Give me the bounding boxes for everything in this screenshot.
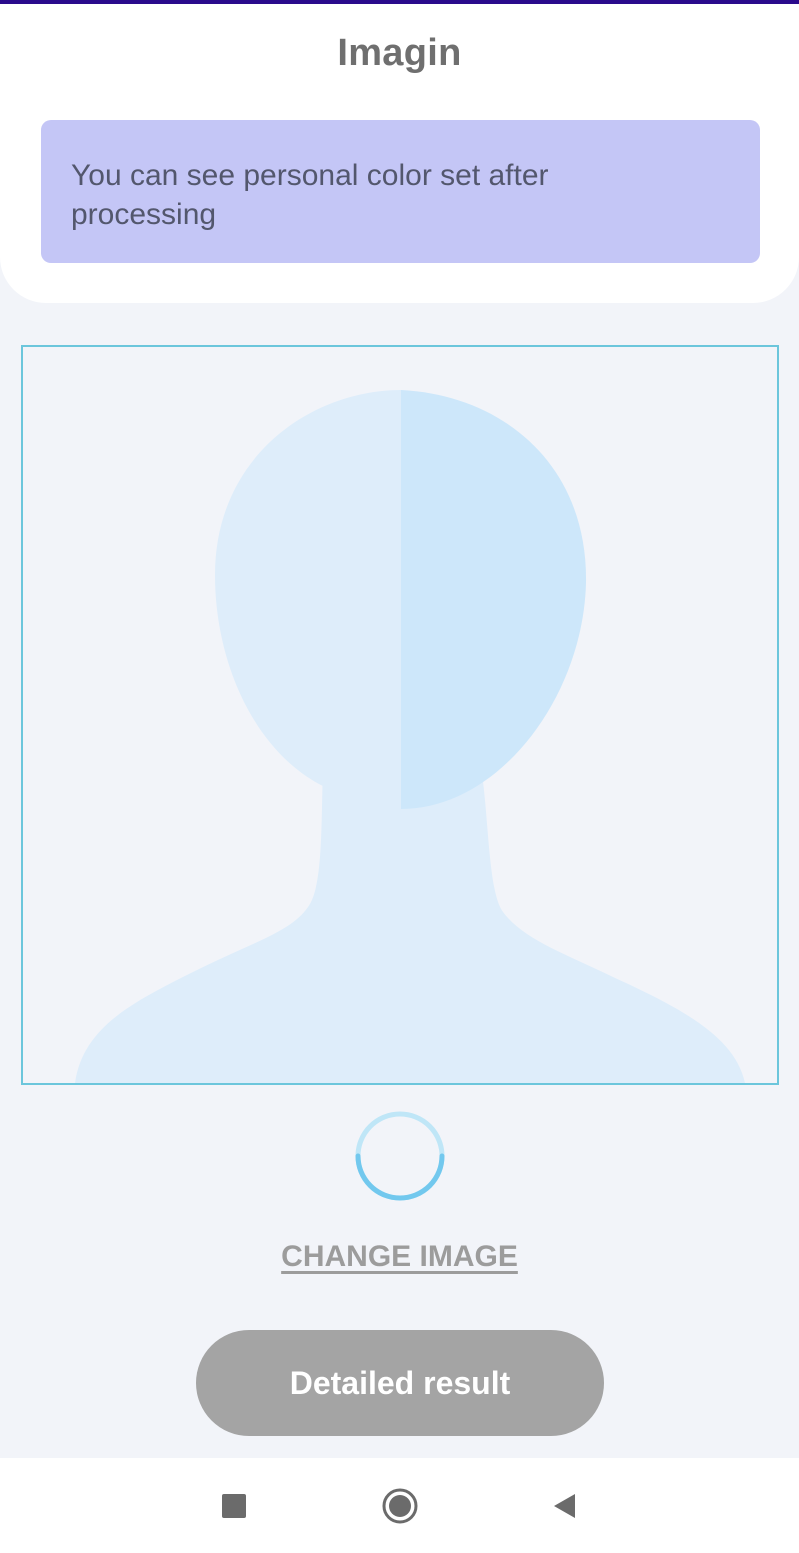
header-card: Imagin You can see personal color set af…: [0, 4, 799, 303]
home-button[interactable]: [380, 1486, 420, 1526]
change-image-link[interactable]: CHANGE IMAGE: [0, 1240, 799, 1274]
back-button[interactable]: [545, 1486, 585, 1526]
loading-spinner-icon: [355, 1111, 445, 1201]
info-banner-text: You can see personal color set after pro…: [71, 159, 549, 231]
square-icon: [222, 1494, 246, 1518]
info-banner: You can see personal color set after pro…: [41, 120, 760, 263]
detailed-result-button[interactable]: Detailed result: [196, 1330, 604, 1436]
system-nav-bar: [0, 1458, 799, 1553]
triangle-back-icon: [554, 1494, 575, 1518]
avatar-placeholder-icon: [75, 390, 745, 1083]
image-preview[interactable]: [21, 345, 779, 1085]
circle-icon: [382, 1488, 418, 1524]
recents-button[interactable]: [214, 1486, 254, 1526]
page-title: Imagin: [337, 32, 462, 74]
